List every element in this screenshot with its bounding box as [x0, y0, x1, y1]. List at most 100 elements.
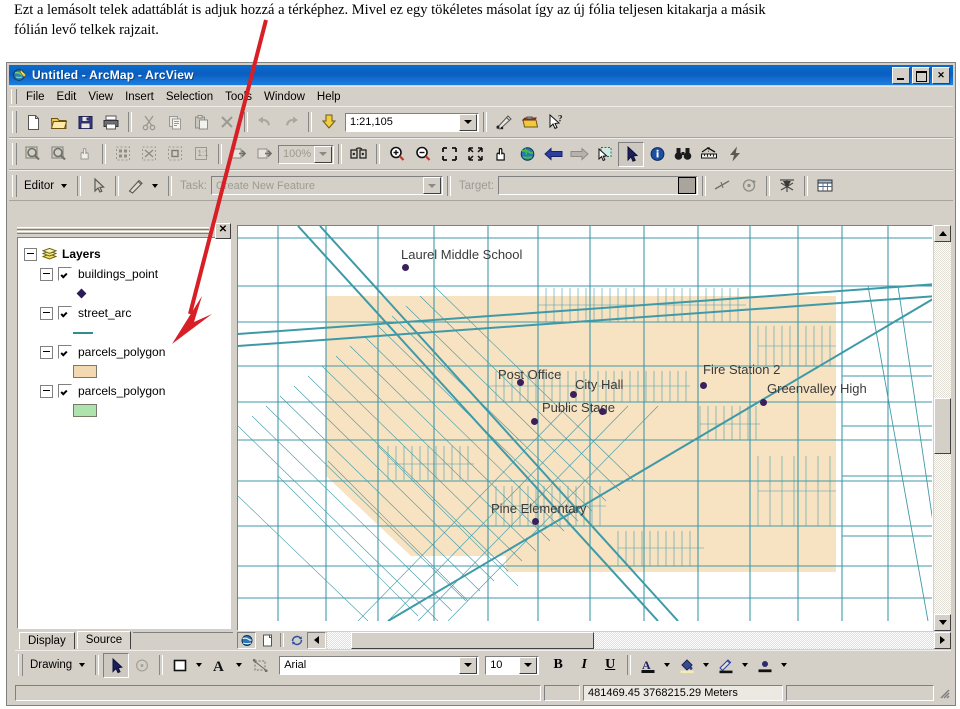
whats-this-help-icon[interactable]: ? [543, 110, 569, 135]
undo-icon[interactable] [252, 110, 278, 135]
target-dropdown-button[interactable] [678, 177, 697, 194]
print-icon[interactable] [98, 110, 124, 135]
italic-button[interactable]: I [571, 653, 597, 678]
layer-visibility-checkbox[interactable] [58, 384, 72, 398]
open-folder-icon[interactable] [46, 110, 72, 135]
pause-drawing-icon[interactable] [307, 631, 326, 649]
toc-layer-list[interactable]: Layers buildings_point street_arc parcel… [17, 237, 231, 629]
close-button[interactable]: ✕ [932, 66, 950, 84]
zoom-100-page-icon[interactable]: 1:1 [188, 142, 214, 167]
map-horizontal-scrollbar[interactable] [327, 631, 951, 649]
zoom-in-icon[interactable] [384, 142, 410, 167]
chevron-down-icon[interactable] [742, 663, 749, 667]
marker-color-icon[interactable] [752, 653, 778, 678]
bold-button[interactable]: B [545, 653, 571, 678]
menu-item-tools[interactable]: Tools [219, 89, 258, 105]
forward-extent-arrow-icon[interactable] [566, 142, 592, 167]
new-text-icon[interactable]: A [207, 653, 233, 678]
toc-root-layers[interactable]: Layers [24, 244, 230, 264]
identify-info-icon[interactable] [644, 142, 670, 167]
back-extent-arrow-icon[interactable] [540, 142, 566, 167]
scroll-up-button[interactable] [934, 225, 951, 242]
menubar-grip[interactable] [11, 89, 17, 104]
vertical-scroll-thumb[interactable] [934, 398, 951, 455]
rotate-element-icon[interactable] [129, 653, 155, 678]
editor-snapping-icon[interactable] [774, 173, 800, 198]
attributes-table-icon[interactable] [812, 173, 838, 198]
horizontal-scroll-thumb[interactable] [351, 631, 595, 649]
chevron-down-icon[interactable] [781, 663, 788, 667]
find-binoculars-icon[interactable] [670, 142, 696, 167]
target-combo[interactable] [498, 176, 699, 195]
layer-visibility-checkbox[interactable] [58, 345, 72, 359]
layer-visibility-checkbox[interactable] [58, 267, 72, 281]
delete-x-icon[interactable] [214, 110, 240, 135]
zoom-whole-page-icon[interactable] [162, 142, 188, 167]
select-features-arrow-icon[interactable] [618, 141, 644, 167]
editor-menu-button[interactable]: Editor [20, 180, 58, 192]
chevron-down-icon[interactable] [61, 183, 68, 188]
expand-collapse-icon[interactable] [40, 384, 53, 398]
arctoolbox-icon[interactable] [517, 110, 543, 135]
chevron-down-icon[interactable] [703, 663, 710, 667]
expand-collapse-icon[interactable] [40, 267, 53, 281]
chevron-down-icon[interactable] [314, 145, 332, 163]
measure-icon[interactable]: ? [696, 142, 722, 167]
expand-collapse-icon[interactable] [40, 345, 53, 359]
font-name-combo[interactable]: Arial [279, 655, 480, 675]
save-icon[interactable] [72, 110, 98, 135]
menu-item-window[interactable]: Window [258, 89, 311, 105]
zoom-out-layout-icon[interactable] [46, 142, 72, 167]
editor-toolbar-grip[interactable] [12, 174, 17, 197]
refresh-view-icon[interactable] [287, 631, 306, 649]
zoom-in-layout-icon[interactable] [20, 142, 46, 167]
zoom-out-icon[interactable] [410, 142, 436, 167]
font-color-icon[interactable]: A [635, 653, 661, 678]
fixed-zoom-out-page-icon[interactable] [136, 142, 162, 167]
select-by-graphics-icon[interactable] [592, 142, 618, 167]
copy-icon[interactable] [162, 110, 188, 135]
split-tool-icon[interactable] [710, 173, 736, 198]
nudge-element-icon[interactable] [247, 653, 273, 678]
menu-item-help[interactable]: Help [311, 89, 347, 105]
toggle-draft-mode-icon[interactable] [346, 142, 372, 167]
pan-layout-icon[interactable] [72, 142, 98, 167]
vertical-scroll-track[interactable] [934, 242, 951, 614]
toc-drag-grip[interactable] [17, 227, 209, 234]
fixed-zoom-out-icon[interactable] [462, 142, 488, 167]
menu-item-view[interactable]: View [82, 89, 119, 105]
select-elements-arrow-icon[interactable] [103, 652, 130, 678]
chevron-down-icon[interactable] [236, 663, 243, 667]
chevron-down-icon[interactable] [664, 663, 671, 667]
menu-item-file[interactable]: File [20, 89, 51, 105]
standard-toolbar-grip[interactable] [12, 111, 17, 133]
toc-tab-display[interactable]: Display [19, 632, 75, 649]
chevron-down-icon[interactable] [79, 663, 86, 667]
line-color-icon[interactable] [713, 653, 739, 678]
scroll-down-button[interactable] [934, 614, 951, 631]
map-vertical-scrollbar[interactable] [933, 225, 951, 631]
drawing-menu-button[interactable]: Drawing [26, 659, 76, 671]
toc-layer-parcels-polygon-tan[interactable]: parcels_polygon [24, 342, 230, 362]
toc-layer-buildings-point[interactable]: buildings_point [24, 264, 230, 284]
drawing-toolbar-grip[interactable] [18, 654, 23, 676]
font-size-combo[interactable]: 10 [485, 655, 540, 675]
data-view-icon[interactable] [237, 631, 256, 649]
menu-item-edit[interactable]: Edit [51, 89, 83, 105]
cut-icon[interactable] [136, 110, 162, 135]
editor-toolbar-icon[interactable] [491, 110, 517, 135]
redo-icon[interactable] [278, 110, 304, 135]
task-combo[interactable]: Create New Feature [210, 176, 443, 195]
hyperlink-lightning-icon[interactable] [722, 142, 748, 167]
minimize-button[interactable] [892, 66, 910, 84]
toc-close-button[interactable]: ✕ [215, 223, 231, 239]
toc-tab-source[interactable]: Source [76, 631, 132, 649]
maximize-button[interactable] [912, 66, 930, 84]
underline-button[interactable]: U [597, 653, 623, 678]
tools-toolbar-grip[interactable] [12, 143, 17, 165]
menu-item-insert[interactable]: Insert [119, 89, 160, 105]
zoom-percent-combo[interactable]: 100% [278, 144, 334, 164]
edit-arrow-icon[interactable] [85, 173, 111, 198]
go-forward-extent-icon[interactable] [252, 142, 278, 167]
toc-layer-street-arc[interactable]: street_arc [24, 303, 230, 323]
